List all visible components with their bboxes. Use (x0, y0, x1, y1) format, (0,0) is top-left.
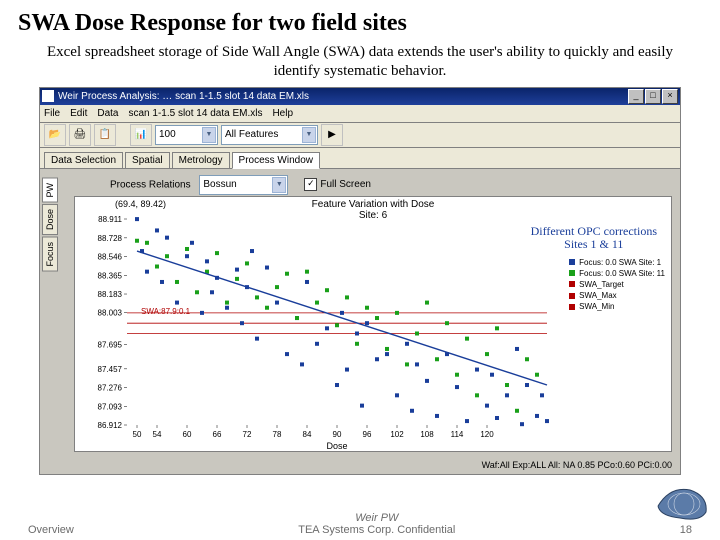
svg-text:66: 66 (213, 430, 222, 439)
svg-text:54: 54 (153, 430, 162, 439)
svg-text:78: 78 (273, 430, 282, 439)
slide-footer: Overview Weir PW TEA Systems Corp. Confi… (0, 512, 720, 536)
footer-left: Overview (28, 524, 74, 536)
svg-text:114: 114 (451, 430, 464, 439)
tab-metrology[interactable]: Metrology (172, 152, 230, 168)
relations-combo[interactable]: Bossun (199, 175, 288, 195)
sidetab-dose[interactable]: Dose (42, 204, 58, 235)
go-icon[interactable]: ▶ (321, 124, 343, 146)
feature-combo[interactable]: All Features (221, 125, 318, 145)
subtitle: Excel spreadsheet storage of Side Wall A… (36, 43, 684, 81)
svg-text:88.546: 88.546 (98, 252, 123, 261)
svg-text:50: 50 (133, 430, 142, 439)
fullscreen-checkbox[interactable]: ✓ (304, 178, 317, 191)
footer-right: 18 (680, 524, 692, 536)
svg-text:96: 96 (363, 430, 372, 439)
svg-text:88.003: 88.003 (98, 308, 123, 317)
titlebar: Weir Process Analysis: … scan 1-1.5 slot… (40, 88, 680, 105)
scatter-plot: 86.912 87.093 87.276 87.457 87.695 88.003 88.1… (75, 211, 671, 451)
svg-text:88.365: 88.365 (98, 271, 123, 280)
svg-text:Dose: Dose (326, 441, 347, 451)
window-title: Weir Process Analysis: … scan 1-1.5 slot… (58, 91, 628, 102)
menu-data[interactable]: Data (97, 108, 118, 119)
tab-strip: Data Selection Spatial Metrology Process… (40, 148, 680, 169)
process-relations-label: Process Relations (110, 179, 191, 190)
svg-text:88.183: 88.183 (98, 290, 123, 299)
svg-text:87.695: 87.695 (98, 340, 123, 349)
svg-text:88.911: 88.911 (98, 215, 122, 224)
maximize-button[interactable]: □ (645, 89, 661, 104)
svg-text:87.093: 87.093 (98, 402, 123, 411)
open-icon[interactable]: 📂 (44, 124, 66, 146)
print-icon[interactable]: 🖨 (69, 124, 91, 146)
svg-text:88.728: 88.728 (98, 233, 123, 242)
app-window: Weir Process Analysis: … scan 1-1.5 slot… (39, 87, 681, 475)
svg-text:120: 120 (480, 430, 494, 439)
tab-data-selection[interactable]: Data Selection (44, 152, 123, 168)
fullscreen-label: Full Screen (320, 179, 371, 190)
status-readout: Waf:All Exp:ALL All: NA 0.85 PCo:0.60 PC… (482, 460, 672, 470)
minimize-button[interactable]: _ (628, 89, 644, 104)
svg-text:87.276: 87.276 (98, 383, 123, 392)
chart-area: (69.4, 89.42) Feature Variation with Dos… (74, 196, 672, 452)
cursor-coord: (69.4, 89.42) (115, 199, 166, 209)
svg-text:108: 108 (420, 430, 434, 439)
svg-text:102: 102 (390, 430, 404, 439)
chart-icon[interactable]: 📊 (130, 124, 152, 146)
toolbar: 📂 🖨 📋 📊 100 All Features ▶ (40, 123, 680, 148)
tab-process-window[interactable]: Process Window (232, 152, 320, 169)
clipboard-icon[interactable]: 📋 (94, 124, 116, 146)
zoom-combo[interactable]: 100 (155, 125, 218, 145)
page-title: SWA Dose Response for two field sites (18, 10, 702, 37)
svg-text:87.457: 87.457 (98, 364, 123, 373)
footer-mid1: Weir PW (74, 512, 680, 524)
sidetab-focus[interactable]: Focus (42, 237, 58, 272)
svg-text:84: 84 (303, 430, 312, 439)
svg-text:86.912: 86.912 (98, 421, 123, 430)
globe-logo-icon (656, 484, 710, 522)
svg-text:72: 72 (243, 430, 252, 439)
subpanel: Process Relations Bossun ✓Full Screen (40, 169, 680, 197)
close-button[interactable]: × (662, 89, 678, 104)
svg-text:90: 90 (333, 430, 342, 439)
app-icon (42, 90, 54, 102)
tab-spatial[interactable]: Spatial (125, 152, 170, 168)
menu-file[interactable]: File (44, 108, 60, 119)
menubar: File Edit Data scan 1-1.5 slot 14 data E… (40, 105, 680, 123)
footer-mid2: TEA Systems Corp. Confidential (74, 524, 680, 536)
menu-help[interactable]: Help (272, 108, 293, 119)
svg-text:60: 60 (183, 430, 192, 439)
menu-dataset[interactable]: scan 1-1.5 slot 14 data EM.xls (128, 108, 262, 119)
menu-edit[interactable]: Edit (70, 108, 87, 119)
sidetab-pw[interactable]: PW (42, 178, 58, 203)
